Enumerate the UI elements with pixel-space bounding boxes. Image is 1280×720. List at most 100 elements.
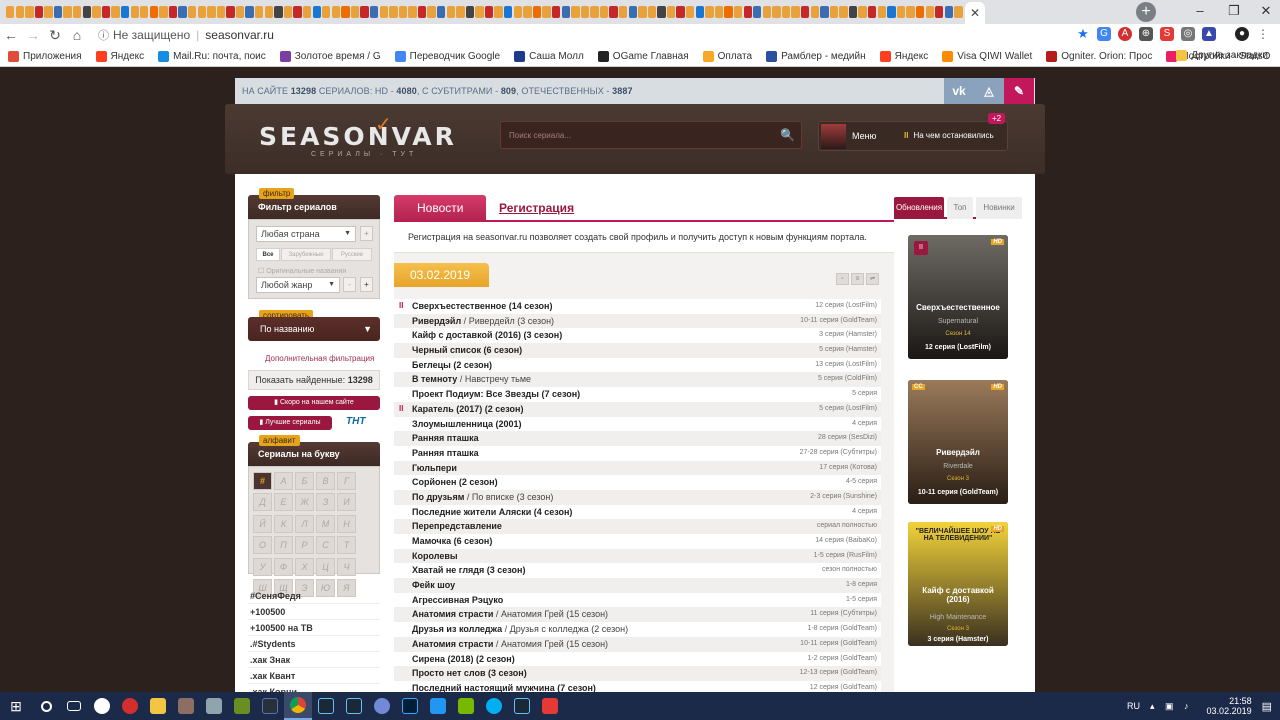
alphabet-letter[interactable]: Ж [295, 493, 314, 512]
alphabet-letter[interactable]: И [337, 493, 356, 512]
browser-tab[interactable] [666, 6, 676, 18]
browser-tab[interactable] [551, 6, 561, 18]
browser-tab[interactable] [322, 6, 331, 18]
alphabet-letter[interactable]: Ц [316, 557, 335, 576]
browser-tab[interactable] [896, 6, 906, 18]
browser-tab[interactable] [34, 6, 44, 18]
adblock-icon[interactable]: A [1118, 27, 1132, 41]
alphabet-letter[interactable]: Н [337, 514, 356, 533]
browser-tab[interactable] [140, 6, 149, 18]
tab-registration[interactable]: Регистрация [499, 201, 574, 215]
extension-icon[interactable]: ⊕ [1139, 27, 1153, 41]
episode-title[interactable]: Кайф с доставкой (2016) (3 сезон) [412, 330, 562, 340]
browser-tab[interactable] [111, 6, 120, 18]
browser-tab[interactable] [350, 6, 360, 18]
app-icon[interactable] [536, 692, 564, 720]
episode-row[interactable]: Сирена (2018) (2 сезон) 1-2 серия (GoldTe… [394, 651, 881, 667]
omnibox[interactable]: ⓘ Не защищено | seasonvar.ru [98, 25, 1088, 45]
episode-row[interactable]: Анатомия страсти / Анатомия Грей (15 сез… [394, 607, 881, 623]
browser-tab[interactable] [149, 6, 159, 18]
app-icon[interactable] [424, 692, 452, 720]
episode-row[interactable]: В темноту / Навстречу тьме 5 серия (ColdF… [394, 372, 881, 388]
bookmark-item[interactable]: Саша Молл [514, 50, 584, 62]
yandex-browser-icon[interactable] [88, 692, 116, 720]
episode-row[interactable]: Друзья из колледжа / Друзья с колледжа (… [394, 622, 881, 637]
alphabet-letter[interactable]: Д [253, 493, 272, 512]
browser-tab[interactable] [714, 6, 724, 18]
browser-tab[interactable] [619, 6, 628, 18]
episode-row[interactable]: II Сверхъестественное (14 сезон) 12 серия … [394, 299, 881, 314]
browser-tab[interactable] [417, 6, 427, 18]
alphabet-letter[interactable]: К [274, 514, 293, 533]
app-icon[interactable] [256, 692, 284, 720]
search-icon[interactable] [32, 692, 60, 720]
episode-row[interactable]: Сорйонен (2 сезон) 4-5 серия [394, 475, 881, 490]
episode-row[interactable]: Перепредставление сериал полностью [394, 519, 881, 534]
maximize-button[interactable]: ❐ [1218, 0, 1250, 24]
browser-tab[interactable] [331, 6, 341, 18]
minecraft-icon[interactable] [228, 692, 256, 720]
other-bookmarks[interactable]: Другие закладки [1176, 50, 1268, 61]
odnoklassniki-icon[interactable]: ◬ [974, 78, 1004, 104]
avatar[interactable] [821, 124, 846, 149]
browser-tab[interactable] [379, 6, 388, 18]
episode-title[interactable]: Последние жители Аляски (4 сезон) [412, 507, 572, 517]
profile-avatar[interactable]: ● [1235, 27, 1249, 41]
tnt-logo[interactable]: ТНТ [346, 416, 365, 427]
right-tab[interactable]: Новинки [976, 197, 1022, 219]
browser-tab[interactable] [561, 6, 570, 18]
browser-tab[interactable] [829, 6, 839, 18]
photoshop-icon[interactable] [396, 692, 424, 720]
alphabet-letter[interactable]: Ф [274, 557, 293, 576]
alphabet-letter[interactable]: Т [337, 536, 356, 555]
episode-row[interactable]: Фейк шоу 1-8 серия [394, 578, 881, 593]
view-grid-icon[interactable]: ▫ [836, 273, 849, 285]
media-player-icon[interactable] [172, 692, 200, 720]
browser-tab[interactable] [657, 6, 666, 18]
opera-icon[interactable] [116, 692, 144, 720]
browser-tab[interactable] [120, 6, 130, 18]
steam-icon[interactable] [508, 692, 536, 720]
episode-row[interactable]: Хватай не глядя (3 сезон) сезон полностью [394, 563, 881, 579]
segment-russian[interactable]: Русские [332, 248, 372, 261]
browser-tab[interactable] [686, 6, 695, 18]
task-view-icon[interactable] [60, 692, 88, 720]
alphabet-letter[interactable]: Х [295, 557, 314, 576]
home-icon[interactable]: ⌂ [66, 27, 88, 43]
bookmark-item[interactable]: Приложения [8, 50, 82, 62]
browser-tab[interactable] [504, 6, 513, 18]
browser-tab[interactable] [925, 6, 934, 18]
browser-tab[interactable] [858, 6, 867, 18]
episode-row[interactable]: Мамочка (6 сезон) 14 серия (BaibaKo) [394, 534, 881, 549]
nvidia-icon[interactable] [452, 692, 480, 720]
menu-button[interactable]: Меню [852, 131, 876, 141]
browser-tab[interactable] [628, 6, 637, 18]
bookmark-item[interactable]: Яндекс [879, 50, 928, 62]
episode-title[interactable]: Сорйонен (2 сезон) [412, 477, 498, 487]
segment-foreign[interactable]: Зарубежные [281, 248, 331, 261]
episode-title[interactable]: Друзья из колледжа [412, 624, 502, 634]
right-tab[interactable]: Обновления [894, 197, 944, 219]
browser-tab[interactable] [6, 6, 15, 18]
episode-title[interactable]: Сирена (2018) (2 сезон) [412, 654, 515, 664]
active-tab-close-icon[interactable]: ✕ [965, 2, 985, 24]
browser-tab[interactable] [868, 6, 877, 18]
browser-tab[interactable] [590, 6, 599, 18]
browser-tab[interactable] [762, 6, 772, 18]
browser-tab[interactable] [427, 6, 436, 18]
series-tag-link[interactable]: .хак Знак [248, 652, 380, 668]
episode-row[interactable]: Анатомия страсти / Анатомия Грей (15 сез… [394, 636, 881, 652]
series-tag-link[interactable]: +100500 на ТВ [248, 620, 380, 636]
alphabet-letter[interactable]: Й [253, 514, 272, 533]
episode-title[interactable]: Анатомия страсти [412, 639, 493, 649]
episode-title[interactable]: Перепредставление [412, 521, 502, 531]
browser-tab[interactable] [475, 6, 484, 18]
browser-tab[interactable] [935, 6, 944, 18]
bookmark-item[interactable]: Золотое время / G [279, 50, 381, 62]
advanced-filter-link[interactable]: Дополнительная фильтрация [265, 354, 374, 363]
genre-minus-button[interactable]: - [343, 277, 356, 292]
episode-row[interactable]: Последние жители Аляски (4 сезон) 4 серия [394, 504, 881, 520]
episode-row[interactable]: Кайф с доставкой (2016) (3 сезон) 3 серия… [394, 328, 881, 344]
episode-title[interactable]: Фейк шоу [412, 580, 455, 590]
browser-tab[interactable] [944, 6, 954, 18]
